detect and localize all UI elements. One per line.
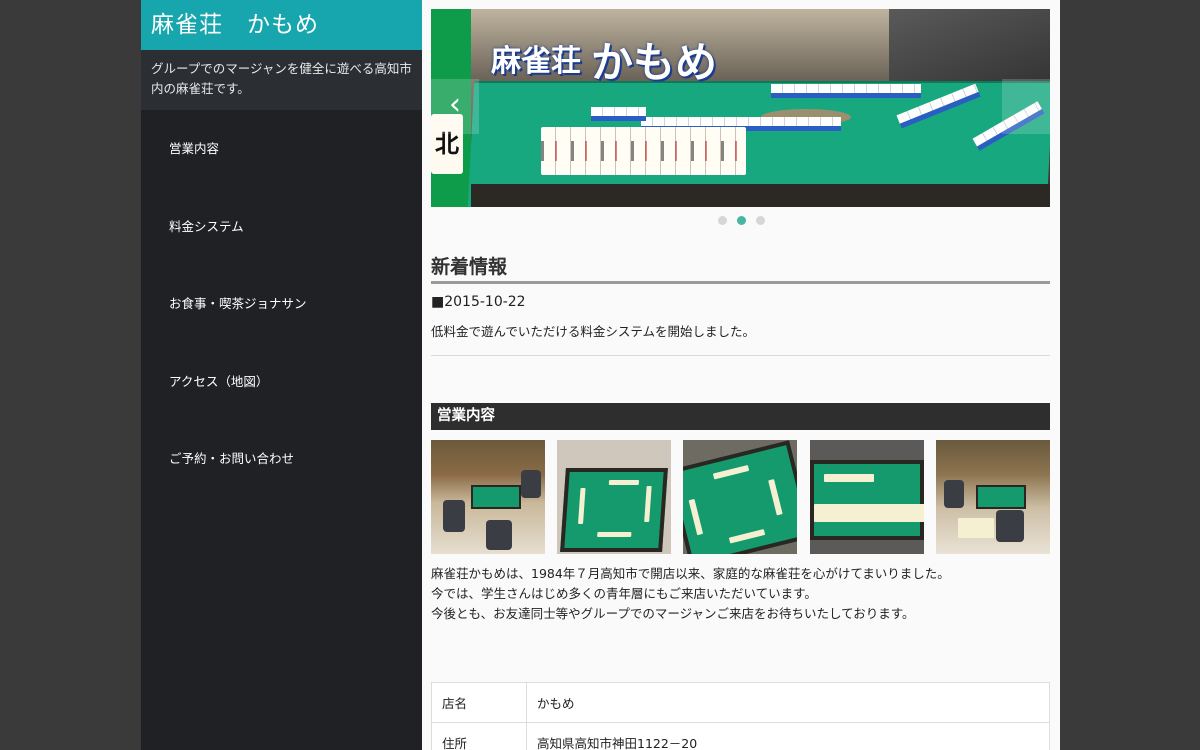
- info-value-address: 高知県高知市神田1122－20: [526, 722, 1050, 750]
- slider-dot-3[interactable]: [755, 216, 765, 225]
- hero-logo-text: 麻雀荘 かもめ: [491, 29, 717, 90]
- shop-info-table: 店名 かもめ 住所 高知県高知市神田1122－20: [431, 682, 1050, 750]
- gallery-photo-room-2[interactable]: [936, 440, 1050, 554]
- tile-wall: [591, 107, 646, 121]
- slider-dot-1[interactable]: [717, 216, 727, 225]
- tile-wall: [771, 84, 921, 98]
- news-date: ■2015-10-22: [431, 294, 526, 310]
- nav-link-pricing[interactable]: 料金システム: [141, 216, 422, 238]
- table-row: 住所 高知県高知市神田1122－20: [431, 722, 1050, 750]
- site-description: グループでのマージャンを健全に遊べる高知市内の麻雀荘です。: [141, 50, 422, 110]
- about-line: 今では、学生さんはじめ多くの青年層にもご来店いただいています。: [431, 586, 817, 601]
- photo-gallery: [431, 440, 1050, 554]
- gallery-photo-tiles[interactable]: [810, 440, 924, 554]
- sidebar: 麻雀荘 かもめ グループでのマージャンを健全に遊べる高知市内の麻雀荘です。 営業…: [141, 0, 422, 750]
- main-nav: 営業内容 料金システム お食事・喫茶ジョナサン アクセス（地図） ご予約・お問い…: [141, 110, 422, 526]
- gallery-photo-table-closeup[interactable]: [683, 440, 797, 554]
- slider-pagination: [422, 216, 1060, 225]
- news-divider: [431, 355, 1050, 356]
- info-value-name: かもめ: [526, 682, 1050, 723]
- tile-hand-image: [541, 127, 746, 175]
- main-content: 北 麻雀荘 かもめ ‹ 新着情報 ■2015-10-22 低料金で遊んでいただける…: [422, 0, 1060, 750]
- nav-item-business: 営業内容: [141, 138, 422, 216]
- nav-link-business[interactable]: 営業内容: [141, 138, 422, 160]
- news-text: 低料金で遊んでいただける料金システムを開始しました。: [431, 324, 756, 339]
- nav-link-food[interactable]: お食事・喫茶ジョナサン: [141, 293, 422, 315]
- site-title[interactable]: 麻雀荘 かもめ: [141, 0, 422, 50]
- nav-item-pricing: 料金システム: [141, 216, 422, 294]
- about-line: 麻雀荘かもめは、1984年７月高知市で開店以来、家庭的な麻雀荘を心がけてまいりま…: [431, 566, 950, 581]
- gallery-photo-table[interactable]: [557, 440, 671, 554]
- nav-link-access[interactable]: アクセス（地図）: [141, 371, 422, 393]
- about-line: 今後とも、お友達同士等やグループでのマージャンご来店をお待ちいたしております。: [431, 606, 915, 621]
- info-key-name: 店名: [431, 682, 527, 723]
- hero-title-big: かもめ: [591, 38, 718, 87]
- hero-title-small: 麻雀荘: [491, 44, 581, 79]
- slider-next-button[interactable]: [1002, 79, 1050, 134]
- slider-prev-button[interactable]: ‹: [431, 79, 479, 134]
- info-key-address: 住所: [431, 722, 527, 750]
- business-heading: 営業内容: [431, 403, 1050, 430]
- nav-link-contact[interactable]: ご予約・お問い合わせ: [141, 448, 422, 470]
- table-row: 店名 かもめ: [431, 682, 1050, 723]
- nav-item-contact: ご予約・お問い合わせ: [141, 448, 422, 526]
- gallery-photo-room[interactable]: [431, 440, 545, 554]
- nav-item-access: アクセス（地図）: [141, 371, 422, 449]
- news-heading: 新着情報: [431, 252, 1050, 284]
- table-rim: [471, 184, 1050, 207]
- hero-slider[interactable]: 北 麻雀荘 かもめ ‹: [431, 9, 1050, 207]
- slider-dot-2[interactable]: [736, 216, 746, 225]
- nav-item-food: お食事・喫茶ジョナサン: [141, 293, 422, 371]
- about-text: 麻雀荘かもめは、1984年７月高知市で開店以来、家庭的な麻雀荘を心がけてまいりま…: [431, 564, 950, 624]
